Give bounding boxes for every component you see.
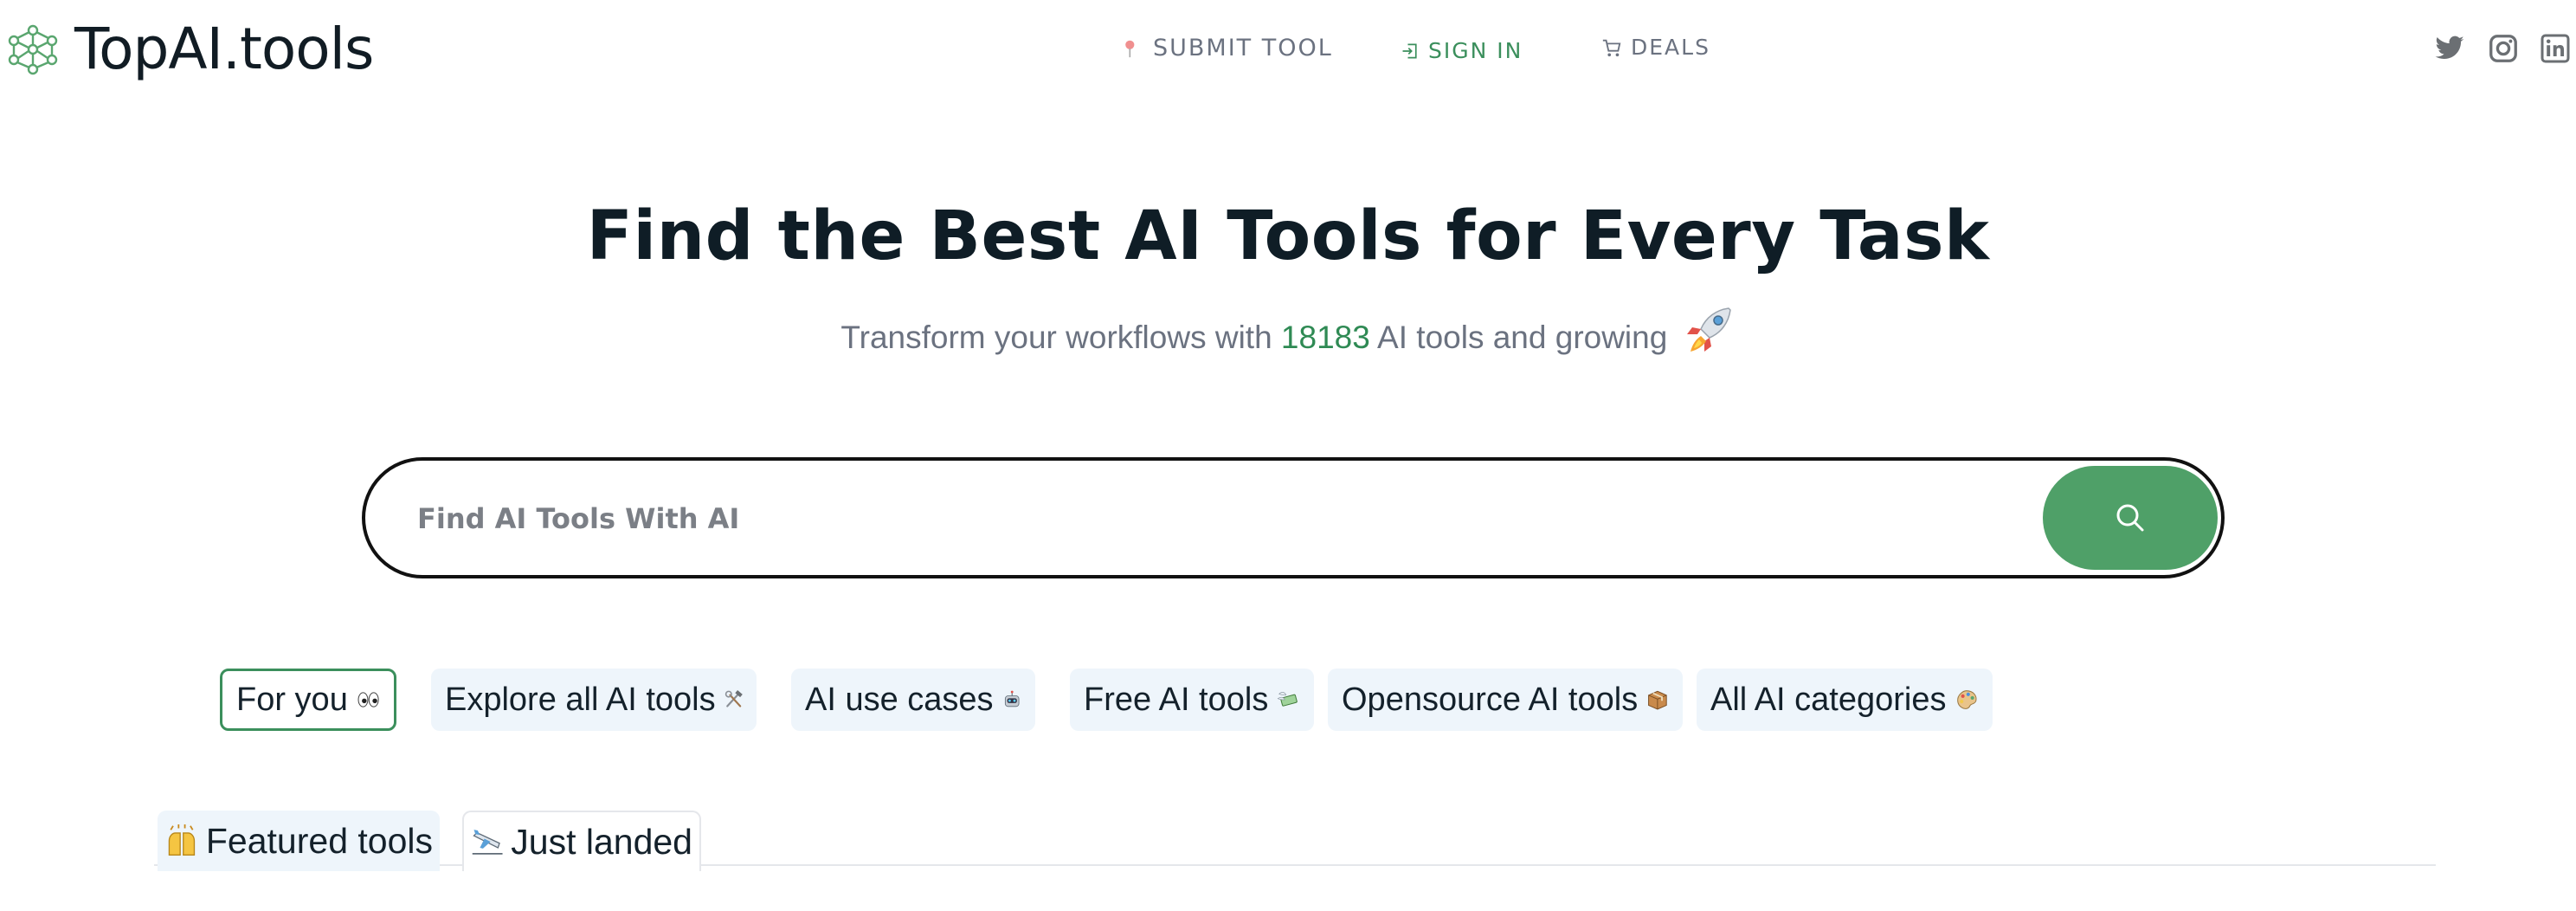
search-input[interactable] <box>417 487 2062 551</box>
pill-for-you[interactable]: For you <box>220 669 396 731</box>
tab-featured-tools[interactable]: Featured tools <box>158 811 440 871</box>
sign-in-link[interactable]: SIGN IN <box>1401 38 1523 63</box>
pill-all-ai-categories[interactable]: All AI categories <box>1697 669 1993 731</box>
hero-subtitle: Transform your workflows with 18183 AI t… <box>0 305 2576 356</box>
cart-icon <box>1602 39 1621 56</box>
search-button[interactable] <box>2043 466 2218 570</box>
tab-label: Featured tools <box>205 820 433 861</box>
pill-label: Opensource AI tools <box>1342 681 1639 718</box>
search-icon <box>2116 504 2144 532</box>
pill-opensource-ai-tools[interactable]: Opensource AI tools <box>1328 669 1683 731</box>
robot-icon <box>1004 690 1020 707</box>
pin-icon <box>1125 40 1135 57</box>
pill-label: AI use cases <box>805 681 994 718</box>
pill-free-ai-tools[interactable]: Free AI tools <box>1070 669 1314 731</box>
submit-tool-label: SUBMIT TOOL <box>1153 35 1333 61</box>
linkedin-icon[interactable] <box>2540 33 2571 64</box>
hero-subtitle-prefix: Transform your workflows with <box>840 320 1281 355</box>
submit-tool-link[interactable]: SUBMIT TOOL <box>1122 35 1333 61</box>
eyes-emoji-icon <box>357 692 379 707</box>
palette-icon <box>1957 690 1978 709</box>
pill-label: For you <box>236 681 348 718</box>
pill-label: All AI categories <box>1710 681 1947 718</box>
tab-just-landed[interactable]: Just landed <box>462 811 701 871</box>
tab-label: Just landed <box>511 821 692 862</box>
page-title: Find the Best AI Tools for Every Task <box>586 197 1990 275</box>
instagram-icon[interactable] <box>2488 33 2519 64</box>
network-logo-icon <box>8 24 58 75</box>
search-bar <box>362 457 2225 578</box>
deals-link[interactable]: DEALS <box>1601 35 1710 60</box>
raised-hands-icon <box>168 824 196 856</box>
pill-label: Explore all AI tools <box>445 681 716 718</box>
brand-name: TopAI.tools <box>74 16 374 82</box>
pill-explore-all[interactable]: Explore all AI tools <box>431 669 757 731</box>
hammer-wrench-icon <box>724 690 743 707</box>
package-icon <box>1648 690 1667 710</box>
airplane-arrival-icon <box>472 830 503 855</box>
logo[interactable]: TopAI.tools <box>7 16 374 82</box>
rocket-icon <box>1686 307 1731 352</box>
pill-label: Free AI tools <box>1084 681 1269 718</box>
sign-in-label: SIGN IN <box>1428 38 1523 63</box>
hero-subtitle-suffix: AI tools and growing <box>1369 320 1668 355</box>
deals-label: DEALS <box>1631 35 1710 60</box>
tool-count: 18183 <box>1280 320 1370 355</box>
site-header: TopAI.tools SUBMIT TOOL SIGN IN DEALS <box>0 0 2576 104</box>
pill-ai-use-cases[interactable]: AI use cases <box>791 669 1035 731</box>
twitter-icon[interactable] <box>2434 33 2465 64</box>
money-with-wings-icon <box>1277 692 1298 707</box>
sign-in-icon <box>1402 43 1417 58</box>
